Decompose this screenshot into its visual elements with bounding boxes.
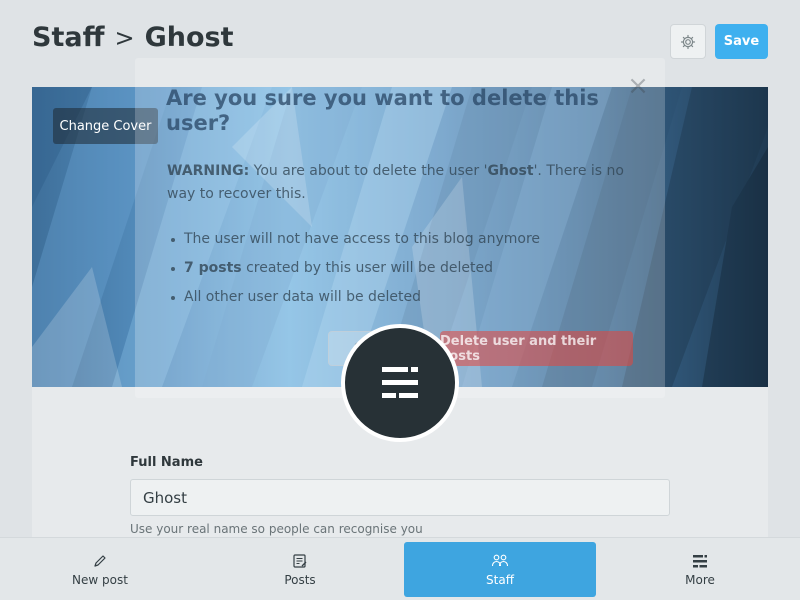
bottom-nav: New post Posts Staff More bbox=[0, 537, 800, 600]
post-count: 7 posts bbox=[184, 260, 242, 276]
full-name-input[interactable] bbox=[130, 479, 670, 516]
nav-label: New post bbox=[72, 573, 128, 587]
pen-icon bbox=[92, 552, 108, 570]
warning-text-prefix: You are about to delete the user ' bbox=[249, 163, 488, 179]
nav-posts[interactable]: Posts bbox=[204, 542, 396, 597]
full-name-label: Full Name bbox=[130, 455, 203, 470]
full-name-help: Use your real name so people can recogni… bbox=[130, 522, 423, 536]
gear-icon bbox=[680, 34, 696, 49]
warning-label: WARNING: bbox=[167, 163, 250, 179]
staff-icon bbox=[491, 552, 509, 570]
posts-icon bbox=[292, 552, 308, 570]
nav-label: Posts bbox=[284, 573, 316, 587]
nav-label: More bbox=[685, 573, 715, 587]
more-icon bbox=[692, 552, 708, 570]
delete-user-button[interactable]: Delete user and their posts bbox=[440, 331, 633, 366]
breadcrumb-staff-link[interactable]: Staff bbox=[32, 22, 104, 53]
avatar[interactable] bbox=[341, 324, 459, 442]
nav-staff[interactable]: Staff bbox=[404, 542, 596, 597]
save-button[interactable]: Save bbox=[715, 24, 768, 59]
nav-new-post[interactable]: New post bbox=[4, 542, 196, 597]
close-icon[interactable]: × bbox=[626, 73, 650, 99]
page-title: Ghost bbox=[144, 22, 234, 53]
breadcrumb-separator: > bbox=[114, 23, 135, 52]
list-item: The user will not have access to this bl… bbox=[170, 229, 540, 258]
nav-label: Staff bbox=[486, 573, 514, 587]
modal-title: Are you sure you want to delete this use… bbox=[166, 86, 599, 135]
nav-more[interactable]: More bbox=[604, 542, 796, 597]
consequence-list: The user will not have access to this bl… bbox=[170, 229, 540, 316]
warning-user-name: Ghost bbox=[487, 163, 534, 179]
user-settings-button[interactable] bbox=[670, 24, 706, 59]
list-item: 7 posts created by this user will be del… bbox=[170, 258, 540, 287]
modal-warning: WARNING: You are about to delete the use… bbox=[167, 160, 637, 206]
ghost-logo-icon bbox=[382, 367, 418, 398]
breadcrumb: Staff > Ghost bbox=[32, 22, 233, 53]
list-item: All other user data will be deleted bbox=[170, 287, 540, 316]
